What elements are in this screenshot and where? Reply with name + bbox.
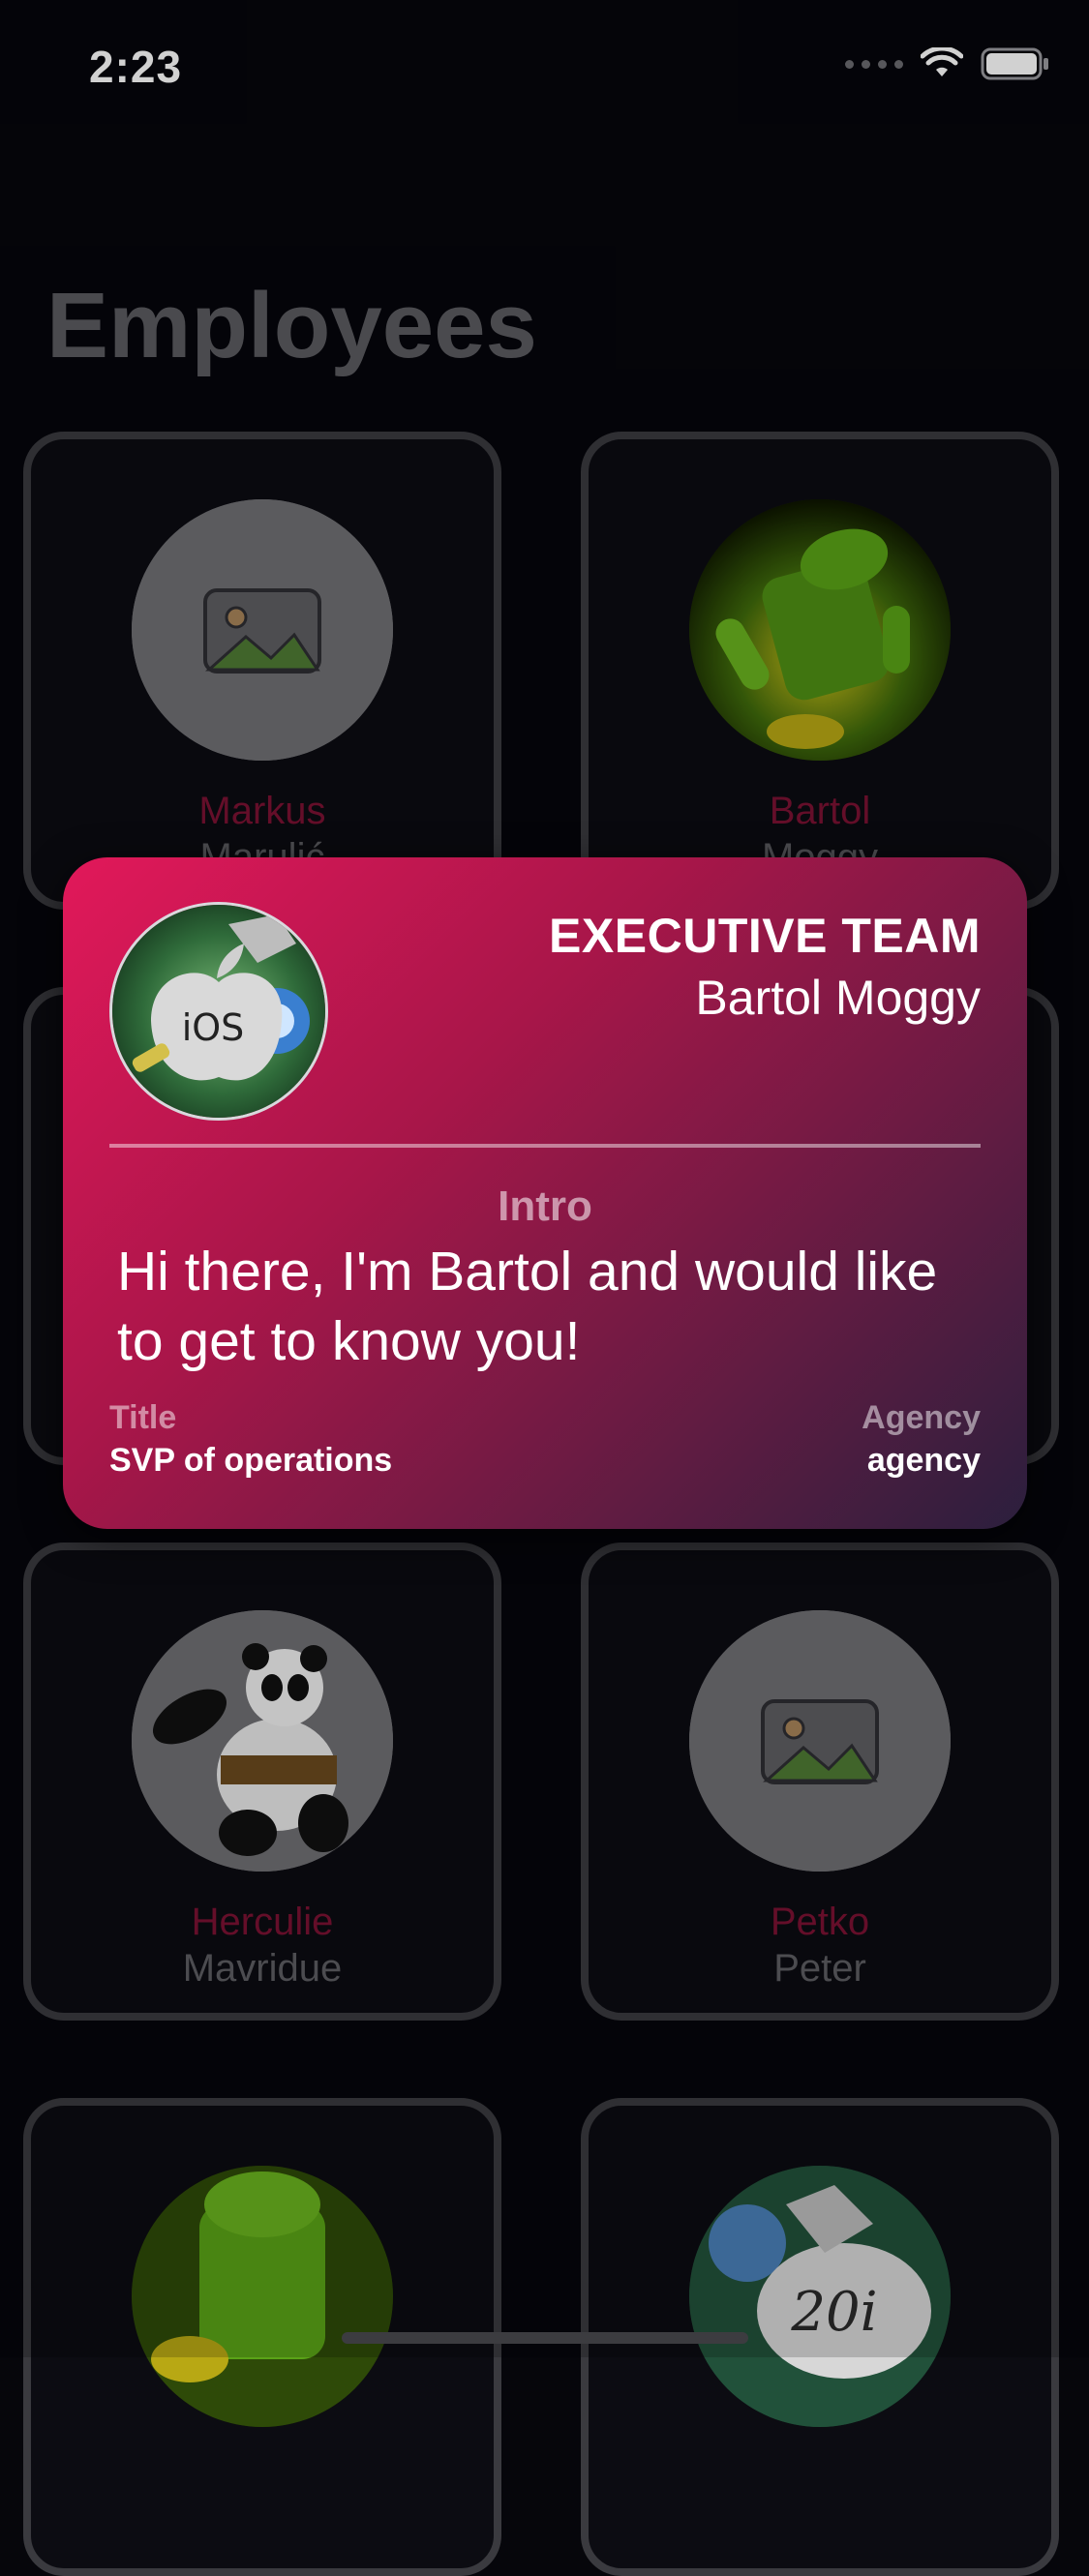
status-time: 2:23: [89, 42, 183, 92]
agency-value: agency: [866, 1442, 981, 1479]
employee-card[interactable]: Bartol Moggy: [581, 432, 1059, 910]
employee-first-name: Petko: [770, 1901, 870, 1943]
employee-first-name: Markus: [198, 790, 326, 832]
employee-first-name: Bartol: [769, 790, 871, 832]
android-robot-image: [132, 2166, 393, 2427]
intro-label: Intro: [498, 1183, 592, 1230]
employee-first-name: Herculie: [191, 1901, 334, 1943]
svg-text:iOS: iOS: [182, 1006, 245, 1049]
android-robot-image: [689, 499, 951, 761]
battery-icon: [981, 47, 1048, 80]
robot-apple-20i-image: 20i: [689, 2166, 951, 2427]
placeholder-image-icon: [132, 499, 393, 761]
agency-label: Agency: [862, 1399, 981, 1436]
panda-image: [132, 1610, 393, 1872]
home-indicator[interactable]: [341, 2332, 748, 2344]
wifi-icon: [921, 47, 963, 76]
placeholder-image-icon: [689, 1610, 951, 1872]
intro-text: Hi there, I'm Bartol and would like to g…: [117, 1241, 938, 1372]
divider: [109, 1144, 981, 1148]
employee-name: Bartol Moggy: [695, 971, 981, 1025]
cellular-signal-icon: [845, 59, 903, 69]
employee-detail-card[interactable]: iOS EXECUTIVE TEAM Bartol Moggy Intro Hi…: [63, 857, 1027, 1529]
svg-text:20i: 20i: [790, 2281, 877, 2344]
status-bar: 2:23: [0, 0, 1089, 135]
page-title: Employees: [46, 274, 537, 377]
employee-card[interactable]: Petko Peter: [581, 1543, 1059, 2021]
status-icons: [845, 46, 1050, 81]
employee-last-name: Mavridue: [182, 1947, 343, 1990]
employee-card[interactable]: Herculie Mavridue: [23, 1543, 501, 2021]
employee-last-name: Peter: [773, 1947, 866, 1990]
employee-card[interactable]: Markus Marulić: [23, 432, 501, 910]
team-label: EXECUTIVE TEAM: [549, 909, 981, 963]
robot-apple-ios-image: iOS: [109, 902, 328, 1121]
title-value: SVP of operations: [109, 1442, 393, 1479]
title-label: Title: [109, 1399, 177, 1436]
